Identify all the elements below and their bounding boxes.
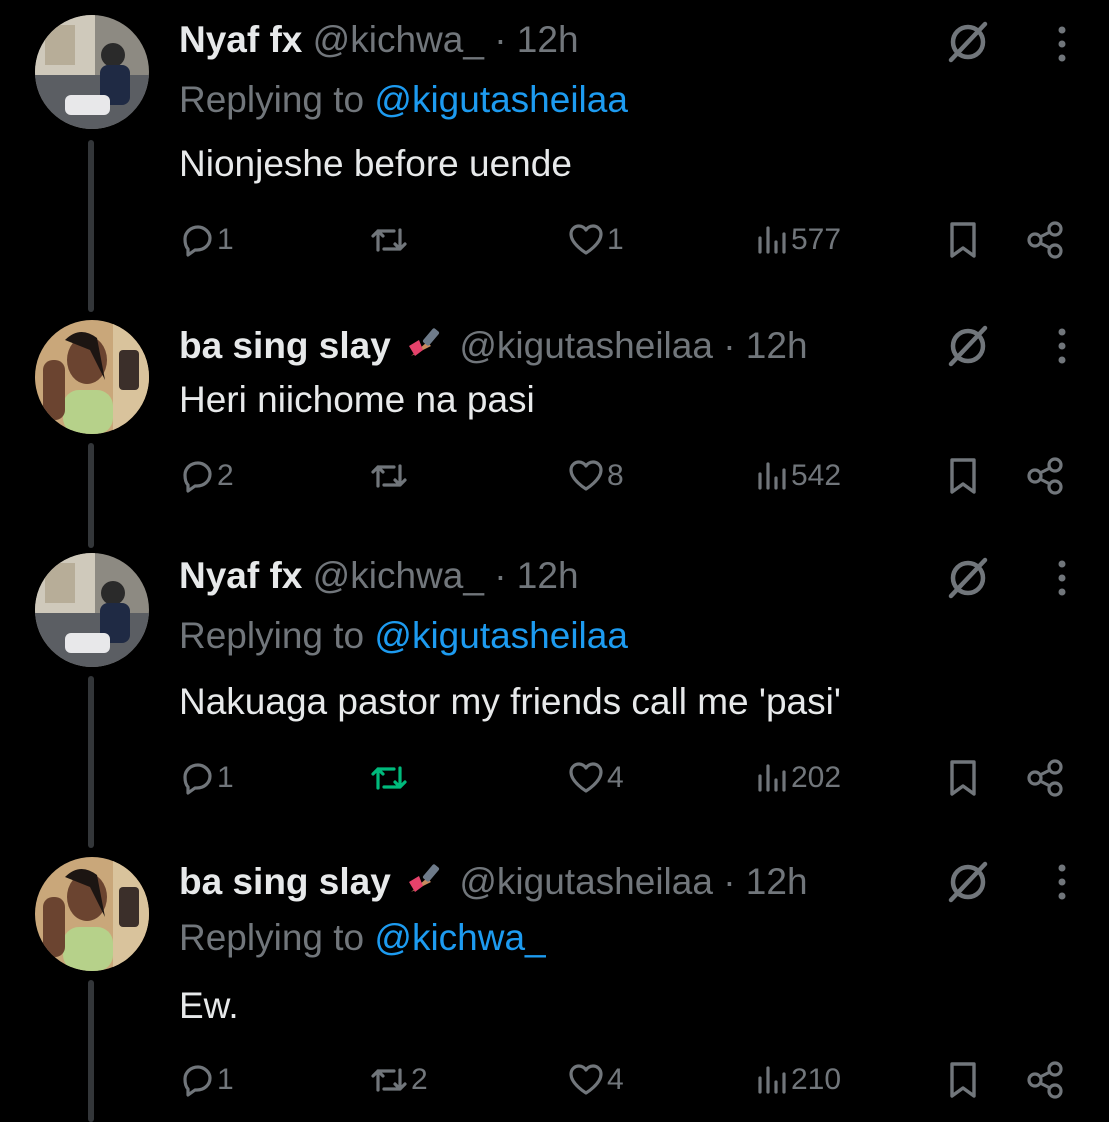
share-icon[interactable] xyxy=(1025,1058,1065,1102)
bookmark-icon[interactable] xyxy=(945,1058,981,1102)
action-bar: 1 2 4 210 xyxy=(179,1058,1079,1102)
repost-button[interactable]: 2 xyxy=(369,1058,428,1102)
timestamp[interactable]: · 12h xyxy=(723,861,807,902)
more-options-icon[interactable] xyxy=(1052,860,1072,904)
replying-to-mention[interactable]: @kichwa_ xyxy=(374,917,545,958)
author-name[interactable]: ba sing slay xyxy=(179,861,391,902)
repost-icon xyxy=(371,1068,407,1092)
reply-count: 1 xyxy=(217,1063,234,1096)
heart-icon xyxy=(569,1064,603,1095)
tweet-header: ba sing slay @kigutasheilaa · 12h xyxy=(179,858,808,904)
avatar[interactable] xyxy=(35,857,149,971)
replying-to-label: Replying to xyxy=(179,917,365,958)
like-count: 4 xyxy=(607,1063,624,1096)
reply-button[interactable]: 1 xyxy=(179,1058,234,1102)
tweet-text: Ew. xyxy=(179,985,239,1026)
grok-icon[interactable] xyxy=(944,858,992,906)
replying-to: Replying to @kichwa_ xyxy=(179,916,546,960)
view-count: 210 xyxy=(791,1063,842,1096)
nail-polish-emoji xyxy=(409,864,440,892)
like-button[interactable]: 4 xyxy=(567,1058,624,1102)
views-button[interactable]: 210 xyxy=(755,1058,841,1102)
reply-icon xyxy=(183,1065,212,1097)
repost-count: 2 xyxy=(411,1063,428,1096)
thread-line xyxy=(88,980,94,1122)
views-icon xyxy=(758,1066,786,1094)
tweet: ba sing slay @kigutasheilaa · 12h Replyi… xyxy=(0,0,1109,1122)
author-handle[interactable]: @kigutasheilaa xyxy=(459,861,713,902)
